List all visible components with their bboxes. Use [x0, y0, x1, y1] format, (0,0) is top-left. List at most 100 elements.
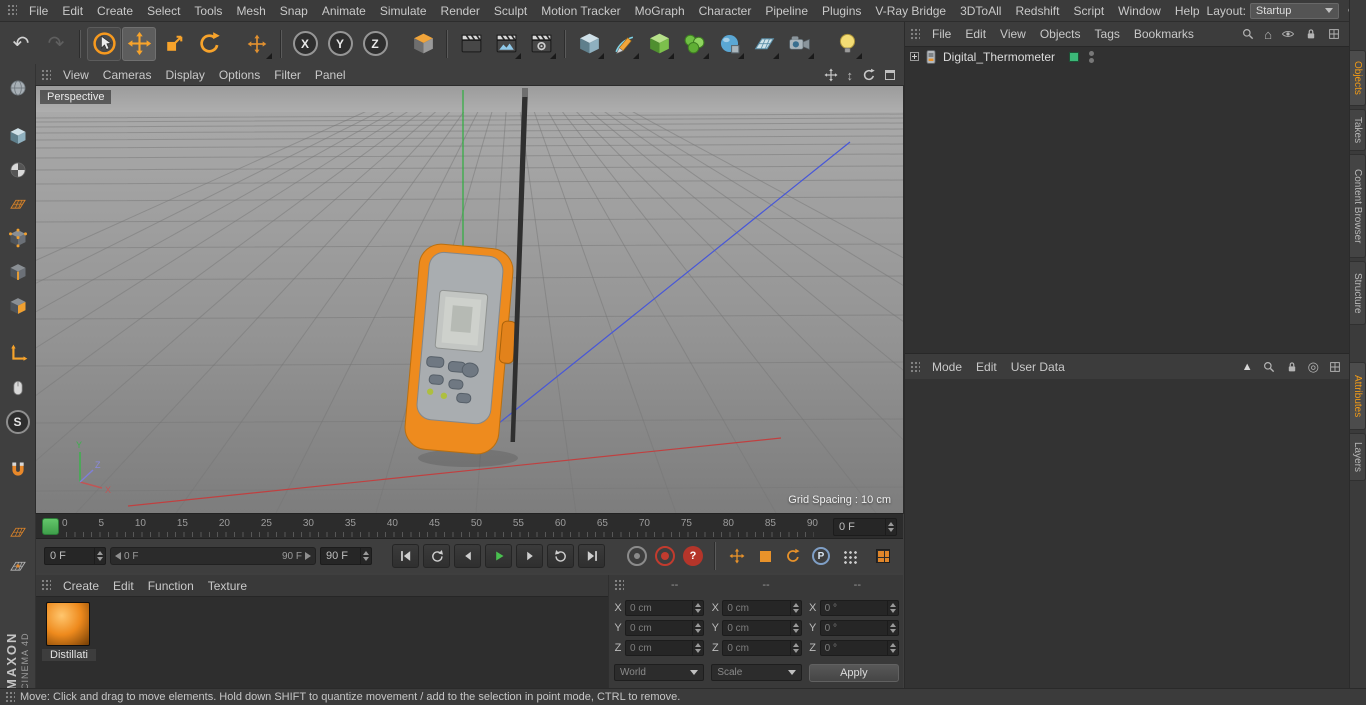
visibility-dots[interactable]	[1089, 50, 1095, 63]
rot-y-field[interactable]: 0 °	[819, 620, 899, 636]
current-frame-marker[interactable]	[42, 518, 59, 535]
menu-create[interactable]: Create	[90, 0, 140, 22]
viewport-menu-grip[interactable]	[41, 68, 51, 82]
material-menu-create[interactable]: Create	[56, 575, 106, 597]
layout-dropdown[interactable]: Startup	[1249, 2, 1339, 19]
lock-icon[interactable]	[1304, 27, 1318, 41]
pos-y-stepper[interactable]	[692, 621, 703, 635]
goto-end-button[interactable]	[578, 544, 605, 568]
viewport-menu-view[interactable]: View	[56, 64, 96, 86]
add-cube-button[interactable]	[572, 27, 606, 61]
workplane-mode-button[interactable]	[4, 190, 32, 218]
pos-x-field[interactable]: 0 cm	[625, 600, 705, 616]
om-menu-file[interactable]: File	[925, 23, 958, 45]
render-picture-viewer-button[interactable]	[489, 27, 523, 61]
size-z-field[interactable]: 0 cm	[722, 640, 802, 656]
scale-tool-button[interactable]	[157, 27, 191, 61]
menu-plugins[interactable]: Plugins	[815, 0, 868, 22]
key-rotation-toggle[interactable]	[781, 544, 805, 568]
status-grip[interactable]	[5, 690, 15, 704]
redo-button[interactable]: ↷	[39, 27, 73, 61]
pos-z-field[interactable]: 0 cm	[625, 640, 705, 656]
material-list[interactable]: Distillati	[36, 596, 608, 688]
range-left-handle-icon[interactable]	[115, 552, 121, 560]
size-y-field[interactable]: 0 cm	[722, 620, 802, 636]
menu-script[interactable]: Script	[1066, 0, 1111, 22]
material-menu-texture[interactable]: Texture	[201, 575, 254, 597]
coordinate-grip[interactable]	[614, 578, 624, 592]
tab-structure[interactable]: Structure	[1350, 261, 1366, 325]
start-frame-field[interactable]: 0 F	[44, 547, 106, 565]
editor-visibility-dot[interactable]	[1089, 50, 1095, 56]
menu-vray-bridge[interactable]: V-Ray Bridge	[868, 0, 953, 22]
viewport-menu-options[interactable]: Options	[212, 64, 267, 86]
menu-render[interactable]: Render	[434, 0, 487, 22]
undo-button[interactable]: ↶	[4, 27, 38, 61]
enable-snap-button[interactable]	[4, 456, 32, 484]
rot-z-field[interactable]: 0 °	[819, 640, 899, 656]
viewport-menu-display[interactable]: Display	[158, 64, 211, 86]
om-menu-objects[interactable]: Objects	[1033, 23, 1088, 45]
target-icon[interactable]: ◎	[1308, 359, 1319, 375]
polygons-mode-button[interactable]	[4, 292, 32, 320]
autokey-button[interactable]	[655, 546, 675, 566]
nav-up-icon[interactable]: ▲	[1242, 361, 1253, 373]
rot-z-stepper[interactable]	[887, 641, 898, 655]
viewport-solo-button[interactable]: S	[4, 408, 32, 436]
play-button[interactable]	[485, 544, 512, 568]
tweak-mode-button[interactable]	[4, 374, 32, 402]
space-dropdown[interactable]: World	[614, 664, 705, 681]
tab-layers[interactable]: Layers	[1350, 433, 1366, 481]
planar-workplane-button[interactable]	[4, 552, 32, 580]
goto-start-button[interactable]	[392, 544, 419, 568]
om-menu-edit[interactable]: Edit	[958, 23, 993, 45]
add-floor-button[interactable]	[747, 27, 781, 61]
camera-label[interactable]: Perspective	[40, 90, 112, 104]
dolly-view-icon[interactable]: ↕	[847, 68, 854, 83]
home-icon[interactable]: ⌂	[1264, 27, 1272, 42]
menu-file[interactable]: File	[22, 0, 55, 22]
tab-content-browser[interactable]: Content Browser	[1350, 154, 1366, 258]
pan-view-icon[interactable]	[824, 68, 838, 82]
object-row[interactable]: Digital_Thermometer	[905, 47, 1350, 66]
viewport-menu-panel[interactable]: Panel	[308, 64, 353, 86]
layer-color-swatch[interactable]	[1069, 51, 1080, 62]
model-mode-button[interactable]	[4, 122, 32, 150]
menu-character[interactable]: Character	[692, 0, 759, 22]
menu-edit[interactable]: Edit	[55, 0, 90, 22]
tab-takes[interactable]: Takes	[1350, 109, 1366, 151]
start-frame-stepper[interactable]	[94, 548, 105, 564]
key-parameter-toggle[interactable]: P	[809, 544, 833, 568]
coordinate-system-button[interactable]	[406, 27, 440, 61]
attribute-manager-body[interactable]	[905, 379, 1350, 688]
menu-mograph[interactable]: MoGraph	[628, 0, 692, 22]
size-x-field[interactable]: 0 cm	[722, 600, 802, 616]
menu-pipeline[interactable]: Pipeline	[758, 0, 815, 22]
menu-snap[interactable]: Snap	[273, 0, 315, 22]
add-spline-button[interactable]	[607, 27, 641, 61]
size-x-stepper[interactable]	[789, 601, 801, 615]
end-frame-stepper[interactable]	[360, 548, 371, 564]
points-mode-button[interactable]	[4, 224, 32, 252]
menu-mesh[interactable]: Mesh	[229, 0, 272, 22]
viewport-menu-filter[interactable]: Filter	[267, 64, 308, 86]
make-editable-button[interactable]	[4, 74, 32, 102]
add-subdivision-surface-button[interactable]	[642, 27, 676, 61]
add-camera-button[interactable]	[782, 27, 816, 61]
rotate-tool-button[interactable]	[192, 27, 226, 61]
menu-animate[interactable]: Animate	[315, 0, 373, 22]
preview-range-slider[interactable]: 0 F 90 F	[110, 547, 316, 565]
material-menu-grip[interactable]	[41, 579, 51, 592]
keyframe-selection-button[interactable]	[871, 544, 895, 568]
eye-icon[interactable]	[1281, 27, 1295, 41]
object-manager-grip[interactable]	[910, 27, 920, 41]
lock-z-axis-button[interactable]: Z	[358, 27, 392, 61]
attribute-manager-grip[interactable]	[910, 360, 920, 374]
add-light-button[interactable]	[830, 27, 864, 61]
record-button[interactable]	[627, 546, 647, 566]
render-view-button[interactable]	[454, 27, 488, 61]
menu-tools[interactable]: Tools	[187, 0, 229, 22]
prev-frame-button[interactable]	[454, 544, 481, 568]
search-icon[interactable]	[1241, 27, 1255, 41]
menu-select[interactable]: Select	[140, 0, 187, 22]
